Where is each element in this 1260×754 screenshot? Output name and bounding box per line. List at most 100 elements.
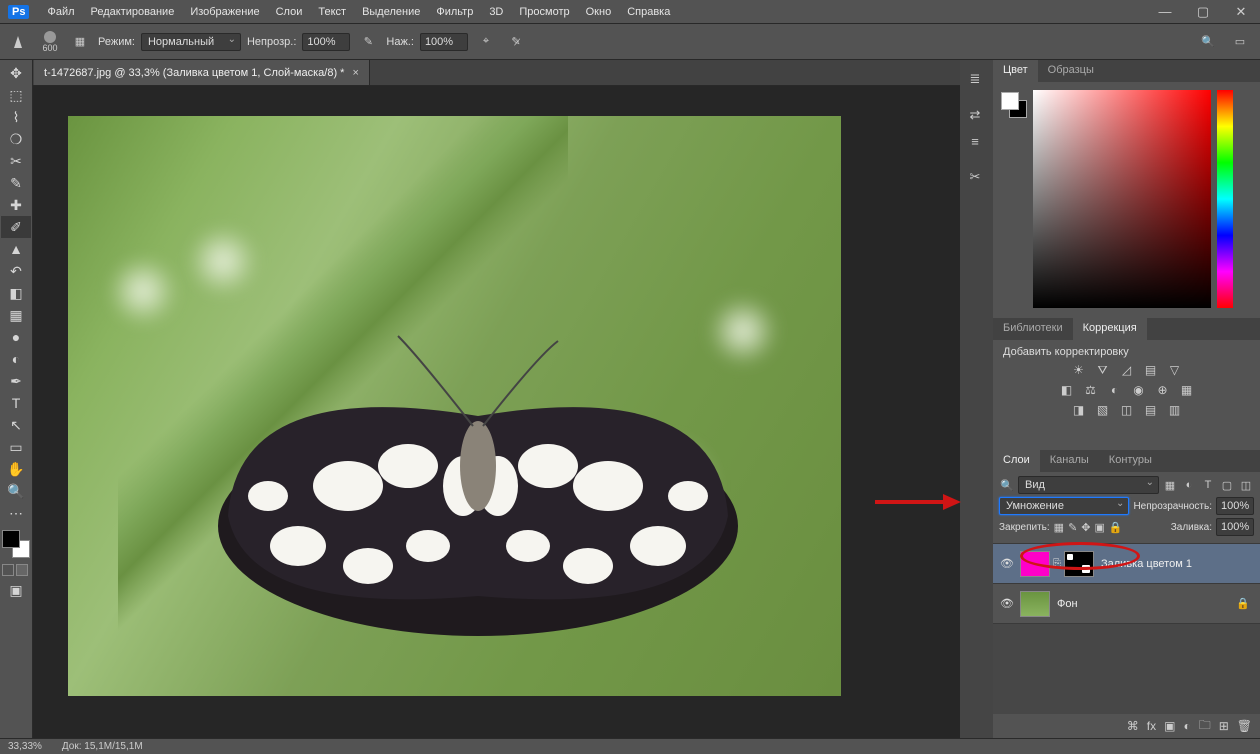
current-tool-icon[interactable] <box>8 30 32 54</box>
link-layers-icon[interactable]: ⌘ <box>1127 719 1139 733</box>
adjustments-panel-icon[interactable]: ✂ <box>960 164 990 190</box>
opacity-pressure-icon[interactable]: ✎ <box>356 30 380 54</box>
dodge-tool[interactable]: ◐ <box>1 348 31 370</box>
status-zoom[interactable]: 33,33% <box>8 741 42 752</box>
marquee-tool[interactable]: ⬚ <box>1 84 31 106</box>
new-group-icon[interactable]: 🗀 <box>1199 716 1211 737</box>
color-picker-field[interactable] <box>1033 90 1211 308</box>
status-docsize[interactable]: Док: 15,1M/15,1M <box>62 741 143 752</box>
exposure-adj-icon[interactable]: ▤ <box>1142 362 1160 378</box>
quick-mask-toggle[interactable] <box>0 564 30 579</box>
lock-transparent-icon[interactable]: ▦ <box>1054 521 1064 534</box>
pen-tool[interactable]: ✒ <box>1 370 31 392</box>
eraser-tool[interactable]: ◧ <box>1 282 31 304</box>
layer-image-thumbnail[interactable] <box>1020 591 1050 617</box>
hue-adj-icon[interactable]: ◧ <box>1058 382 1076 398</box>
channelmixer-adj-icon[interactable]: ⊕ <box>1154 382 1172 398</box>
gradient-tool[interactable]: ▦ <box>1 304 31 326</box>
properties-panel-icon[interactable]: ⇄ <box>960 102 990 128</box>
filter-adj-icon[interactable]: ◐ <box>1181 479 1197 491</box>
clone-stamp-tool[interactable]: ▲ <box>1 238 31 260</box>
search-icon[interactable]: 🔍 <box>1196 30 1220 54</box>
lock-image-icon[interactable]: ✎ <box>1068 521 1077 534</box>
document-canvas[interactable] <box>68 116 841 696</box>
photofilter-adj-icon[interactable]: ◉ <box>1130 382 1148 398</box>
tab-channels[interactable]: Каналы <box>1040 450 1099 472</box>
quick-select-tool[interactable]: ❍ <box>1 128 31 150</box>
layer-mask-thumbnail[interactable] <box>1064 551 1094 577</box>
layer-fill-thumbnail[interactable] <box>1020 551 1050 577</box>
edit-toolbar-icon[interactable]: ⋯ <box>1 502 31 524</box>
layer-item[interactable]: 👁 Фон 🔒 <box>993 584 1260 624</box>
blend-mode-select[interactable]: Нормальный <box>141 33 241 51</box>
opacity-input[interactable]: 100% <box>302 33 350 51</box>
new-layer-icon[interactable]: ⊞ <box>1219 719 1229 733</box>
layer-item[interactable]: 👁 ⎘ Заливка цветом 1 <box>993 544 1260 584</box>
menu-select[interactable]: Выделение <box>354 6 428 18</box>
brush-panel-toggle-icon[interactable]: ▦ <box>68 30 92 54</box>
spot-heal-tool[interactable]: ✚ <box>1 194 31 216</box>
curves-adj-icon[interactable]: ◿ <box>1118 362 1136 378</box>
window-maximize-icon[interactable]: ▢ <box>1184 1 1222 23</box>
new-adjustment-layer-icon[interactable]: ◐ <box>1183 719 1190 733</box>
menu-3d[interactable]: 3D <box>481 6 511 18</box>
colorbalance-adj-icon[interactable]: ⚖ <box>1082 382 1100 398</box>
window-minimize-icon[interactable]: — <box>1146 1 1184 23</box>
foreground-color-swatch[interactable] <box>2 530 20 548</box>
layer-fill-input[interactable]: 100% <box>1216 518 1254 536</box>
menu-edit[interactable]: Редактирование <box>83 6 183 18</box>
filter-smart-icon[interactable]: ◫ <box>1238 479 1254 492</box>
bw-adj-icon[interactable]: ◐ <box>1106 382 1124 398</box>
menu-help[interactable]: Справка <box>619 6 678 18</box>
levels-adj-icon[interactable]: ⛛ <box>1094 362 1112 378</box>
shape-tool[interactable]: ▭ <box>1 436 31 458</box>
airbrush-icon[interactable]: ⌖ <box>474 30 498 54</box>
tab-libraries[interactable]: Библиотеки <box>993 318 1073 340</box>
hue-slider[interactable] <box>1217 90 1233 308</box>
zoom-tool[interactable]: 🔍 <box>1 480 31 502</box>
tablet-pressure-icon[interactable]: ✎̷ <box>504 30 528 54</box>
brightness-adj-icon[interactable]: ☀ <box>1070 362 1088 378</box>
tab-paths[interactable]: Контуры <box>1099 450 1162 472</box>
delete-layer-icon[interactable]: 🗑 <box>1237 719 1252 733</box>
canvas-area[interactable] <box>33 86 960 738</box>
invert-adj-icon[interactable]: ◨ <box>1070 402 1088 418</box>
hand-tool[interactable]: ✋ <box>1 458 31 480</box>
eyedropper-tool[interactable]: ✎ <box>1 172 31 194</box>
layer-visibility-icon[interactable]: 👁 <box>997 597 1017 610</box>
menu-layers[interactable]: Слои <box>268 6 311 18</box>
menu-filter[interactable]: Фильтр <box>428 6 481 18</box>
filter-shape-icon[interactable]: ▢ <box>1219 479 1235 492</box>
lock-all-icon[interactable]: 🔒 <box>1109 521 1123 534</box>
threshold-adj-icon[interactable]: ◫ <box>1118 402 1136 418</box>
posterize-adj-icon[interactable]: ▧ <box>1094 402 1112 418</box>
gradientmap-adj-icon[interactable]: ▤ <box>1142 402 1160 418</box>
filter-type-icon[interactable]: T <box>1200 479 1216 491</box>
layer-name[interactable]: Фон <box>1057 598 1078 610</box>
layer-link-icon[interactable]: ⎘ <box>1053 558 1061 569</box>
tab-color[interactable]: Цвет <box>993 60 1038 82</box>
lasso-tool[interactable]: ⌇ <box>1 106 31 128</box>
menu-window[interactable]: Окно <box>578 6 620 18</box>
menu-text[interactable]: Текст <box>310 6 354 18</box>
close-tab-icon[interactable]: × <box>352 67 358 79</box>
tab-swatches[interactable]: Образцы <box>1038 60 1104 82</box>
vibrance-adj-icon[interactable]: ▽ <box>1166 362 1184 378</box>
layer-opacity-input[interactable]: 100% <box>1216 497 1254 515</box>
brush-preset-picker[interactable]: 600 <box>38 28 62 56</box>
window-close-icon[interactable]: ✕ <box>1222 1 1260 23</box>
colorlookup-adj-icon[interactable]: ▦ <box>1178 382 1196 398</box>
color-swatch-pair[interactable] <box>1001 92 1027 118</box>
menu-file[interactable]: Файл <box>39 6 82 18</box>
layer-search-icon[interactable]: 🔍 <box>999 479 1015 492</box>
type-tool[interactable]: T <box>1 392 31 414</box>
selective-adj-icon[interactable]: ▥ <box>1166 402 1184 418</box>
layer-visibility-icon[interactable]: 👁 <box>997 557 1017 570</box>
lock-position-icon[interactable]: ✥ <box>1081 521 1090 534</box>
document-tab[interactable]: t-1472687.jpg @ 33,3% (Заливка цветом 1,… <box>34 60 370 85</box>
menu-view[interactable]: Просмотр <box>511 6 577 18</box>
blur-tool[interactable]: ● <box>1 326 31 348</box>
character-panel-icon[interactable]: ≡ <box>960 128 990 154</box>
path-select-tool[interactable]: ↖ <box>1 414 31 436</box>
layer-fx-icon[interactable]: fx <box>1147 719 1156 733</box>
